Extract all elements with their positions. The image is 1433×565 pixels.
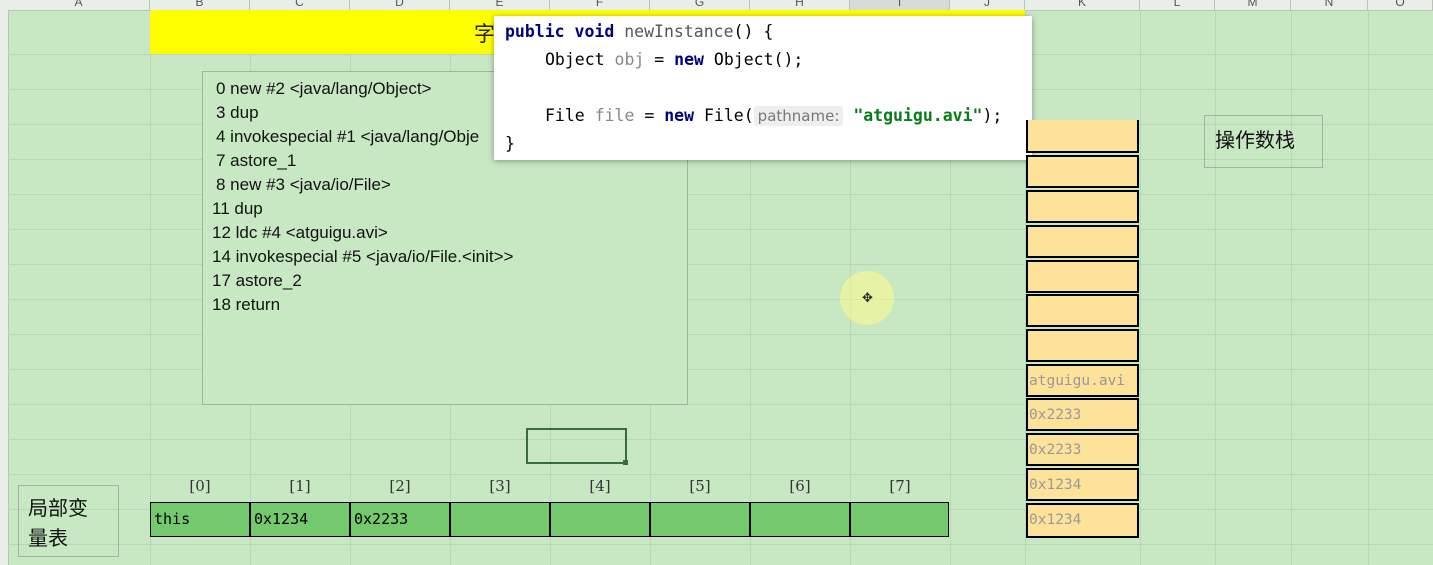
selected-cell[interactable] bbox=[526, 428, 627, 464]
column-header-n[interactable]: N bbox=[1291, 0, 1368, 10]
column-header-d[interactable]: D bbox=[350, 0, 450, 10]
stack-slot[interactable]: 0x2233 bbox=[1026, 398, 1139, 431]
local-var-slot[interactable] bbox=[450, 502, 550, 537]
local-var-slot[interactable] bbox=[550, 502, 650, 537]
bytecode-line: 8 new #3 <java/io/File> bbox=[216, 175, 391, 194]
column-header-b[interactable]: B bbox=[150, 0, 250, 10]
parameter-hint: pathname: bbox=[753, 106, 844, 126]
cursor-icon: ✥ bbox=[862, 290, 873, 305]
row-header-bar[interactable] bbox=[0, 10, 9, 565]
bytecode-line: 12 ldc #4 <atguigu.avi> bbox=[212, 223, 388, 242]
slot-index: [4] bbox=[589, 477, 611, 495]
local-var-slot[interactable] bbox=[750, 502, 850, 537]
stack-slot[interactable] bbox=[1026, 294, 1139, 327]
operand-stack-label[interactable]: 操作数栈 bbox=[1204, 115, 1323, 168]
stack-slot[interactable]: atguigu.avi bbox=[1026, 364, 1139, 397]
local-var-slot[interactable]: this bbox=[150, 502, 250, 537]
column-header-l[interactable]: L bbox=[1140, 0, 1215, 10]
slot-index: [1] bbox=[289, 477, 311, 495]
bytecode-line: 7 astore_1 bbox=[216, 151, 297, 170]
local-variable-table-label[interactable]: 局部变 量表 bbox=[18, 485, 119, 557]
local-var-slot[interactable]: 0x2233 bbox=[350, 502, 450, 537]
slot-index: [3] bbox=[489, 477, 511, 495]
stack-slot[interactable] bbox=[1026, 190, 1139, 223]
code-line-close: } bbox=[505, 134, 515, 153]
stack-slot[interactable] bbox=[1026, 329, 1139, 362]
stack-slot[interactable] bbox=[1026, 120, 1139, 153]
bytecode-line: 17 astore_2 bbox=[212, 271, 302, 290]
source-code-popup: public void newInstance() { Object obj =… bbox=[494, 16, 1032, 160]
stack-slot[interactable]: 0x2233 bbox=[1026, 433, 1139, 466]
column-header-g[interactable]: G bbox=[650, 0, 750, 10]
slot-index: [5] bbox=[689, 477, 711, 495]
stack-slot[interactable] bbox=[1026, 225, 1139, 258]
column-header-f[interactable]: F bbox=[550, 0, 650, 10]
bytecode-line: 0 new #2 <java/lang/Object> bbox=[216, 79, 432, 98]
code-line-signature: public void newInstance() { bbox=[505, 22, 774, 41]
column-header-k[interactable]: K bbox=[1025, 0, 1140, 10]
bytecode-line: 11 dup bbox=[212, 199, 263, 218]
slot-index: [6] bbox=[789, 477, 811, 495]
slot-index: [0] bbox=[189, 477, 211, 495]
stack-slot[interactable] bbox=[1026, 260, 1139, 293]
local-var-slot[interactable]: 0x1234 bbox=[250, 502, 350, 537]
column-header-h[interactable]: H bbox=[750, 0, 850, 10]
column-header-e[interactable]: E bbox=[450, 0, 550, 10]
title-text: 字 bbox=[474, 22, 495, 46]
stack-slot[interactable] bbox=[1026, 155, 1139, 188]
local-var-slot[interactable] bbox=[650, 502, 750, 537]
slot-index: [2] bbox=[389, 477, 411, 495]
fill-handle[interactable] bbox=[623, 460, 628, 465]
column-header-m[interactable]: M bbox=[1215, 0, 1291, 10]
stack-slot[interactable]: 0x1234 bbox=[1026, 468, 1139, 501]
code-line-file: File file = new File(pathname: "atguigu.… bbox=[545, 106, 1003, 126]
code-line-object: Object obj = new Object(); bbox=[545, 50, 804, 69]
column-header-i[interactable]: I bbox=[850, 0, 950, 10]
column-header-j[interactable]: J bbox=[950, 0, 1025, 10]
column-header-a[interactable]: A bbox=[8, 0, 150, 10]
bytecode-line: 18 return bbox=[212, 295, 281, 314]
bytecode-line: 4 invokespecial #1 <java/lang/Obje bbox=[216, 127, 480, 146]
slot-index: [7] bbox=[889, 477, 911, 495]
bytecode-line: 3 dup bbox=[216, 103, 259, 122]
bytecode-line: 14 invokespecial #5 <java/io/File.<init>… bbox=[212, 247, 514, 266]
column-header-c[interactable]: C bbox=[250, 0, 350, 10]
column-header-o[interactable]: O bbox=[1368, 0, 1433, 10]
local-var-slot[interactable] bbox=[850, 502, 949, 537]
stack-slot[interactable]: 0x1234 bbox=[1026, 503, 1139, 538]
